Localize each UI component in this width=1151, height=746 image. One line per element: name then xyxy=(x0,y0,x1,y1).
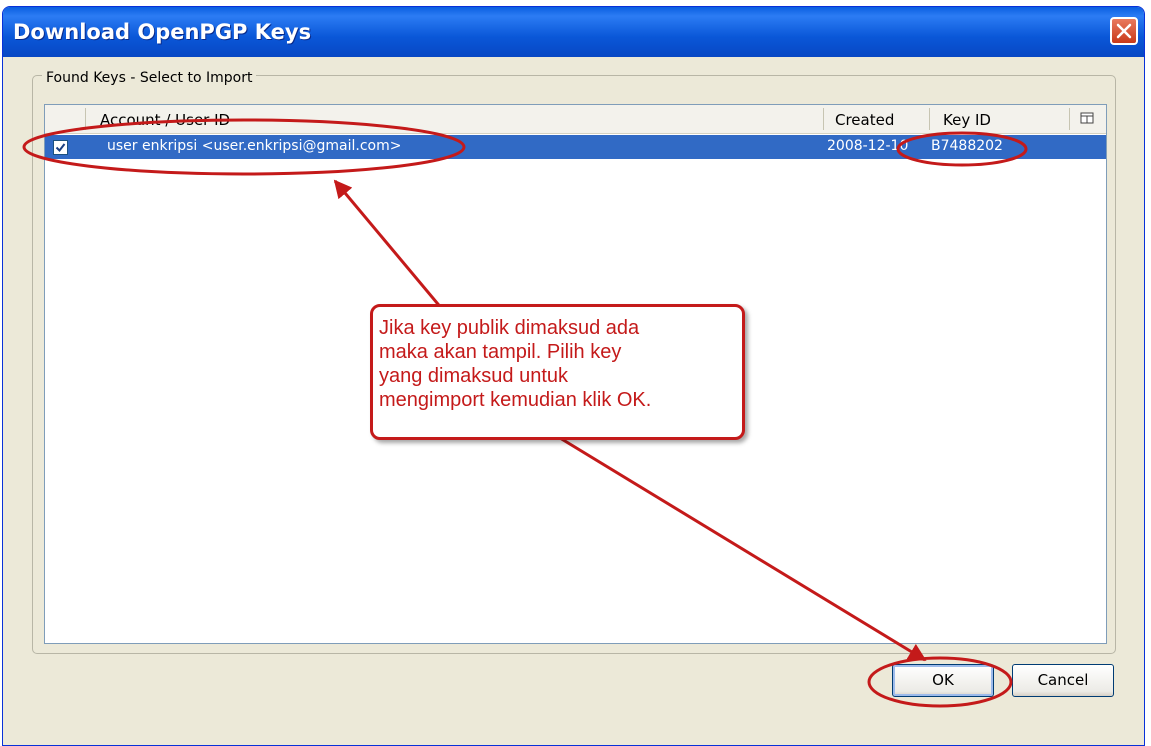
cell-created: 2008-12-10 xyxy=(827,138,909,154)
close-icon xyxy=(1116,23,1132,39)
cell-account: user enkripsi <user.enkripsi@gmail.com> xyxy=(107,138,402,154)
list-header: Account / User ID Created Key ID xyxy=(45,105,1106,134)
select-key-checkbox[interactable] xyxy=(53,140,68,155)
column-picker-icon[interactable] xyxy=(1080,112,1094,125)
title-bar[interactable]: Download OpenPGP Keys xyxy=(3,7,1144,57)
annotation-text: Jika key publik dimaksud ada maka akan t… xyxy=(379,317,652,411)
column-separator[interactable] xyxy=(1069,108,1070,130)
annotation-callout: Jika key publik dimaksud ada maka akan t… xyxy=(370,304,745,440)
column-separator[interactable] xyxy=(85,108,86,130)
column-header-account[interactable]: Account / User ID xyxy=(100,111,230,129)
window-title: Download OpenPGP Keys xyxy=(13,20,312,44)
column-separator[interactable] xyxy=(929,108,930,130)
column-separator[interactable] xyxy=(823,108,824,130)
column-header-key-id[interactable]: Key ID xyxy=(943,111,991,129)
table-row[interactable]: user enkripsi <user.enkripsi@gmail.com> … xyxy=(45,135,1106,159)
close-button[interactable] xyxy=(1110,17,1138,45)
checkbox-icon xyxy=(55,143,66,153)
column-header-created[interactable]: Created xyxy=(835,111,894,129)
ok-button[interactable]: OK xyxy=(892,664,994,697)
cancel-button[interactable]: Cancel xyxy=(1012,664,1114,697)
cell-key-id: B7488202 xyxy=(931,138,1003,154)
group-legend: Found Keys - Select to Import xyxy=(42,70,257,86)
